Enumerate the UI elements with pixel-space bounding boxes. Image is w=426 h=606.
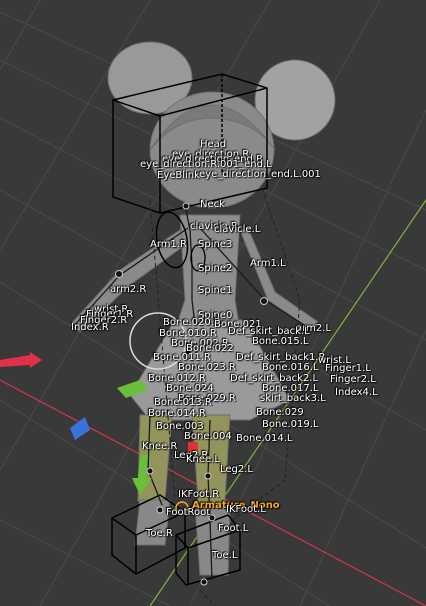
label-spine3: Spine3 <box>198 239 233 250</box>
label-neck: Neck <box>200 199 225 210</box>
label-knee-r: Knee.R <box>142 441 178 452</box>
label-bone-004: Bone.004 <box>184 431 232 442</box>
label-arm1-r: Arm1.R <box>150 239 188 250</box>
label-toe-l: Toe.L <box>212 550 238 561</box>
label-arm2-r: arm2.R <box>110 284 147 295</box>
label-bone-029: Bone.029 <box>256 407 304 418</box>
label-finger2-l: Finger2.L <box>330 374 376 385</box>
label-index4-l: Index4.L <box>335 387 378 398</box>
label-foot-l: Foot.L <box>218 523 249 534</box>
label-eye-direction-end-l-001: eye_direction_end.L.001 <box>199 169 321 180</box>
label-bone-023-r: Bone.023.R <box>178 362 236 373</box>
label-finger1-l: Finger1.L <box>325 363 371 374</box>
3d-viewport[interactable]: Head eye_direction.R eye_direction_end.R… <box>0 0 426 606</box>
label-clavicle-l: clavicle.L <box>214 224 261 235</box>
label-bone-015-l: Bone.015.L <box>252 336 309 347</box>
label-skirt-back3-l: skirt_back3.L <box>260 393 326 404</box>
label-arm1-l: Arm1.L <box>250 258 286 269</box>
red-arrow-icon[interactable] <box>0 352 42 368</box>
label-knee-l: Knee.L <box>186 454 220 465</box>
label-ikfoot-l: IKFoot.L <box>226 504 266 515</box>
arm-right-mesh <box>239 227 319 331</box>
label-spine1: Spine1 <box>198 285 233 296</box>
label-leg2-l: Leg2.L <box>220 464 254 475</box>
label-ikfoot-r: IKFoot.R <box>178 489 220 500</box>
label-eye-blink: EyeBlink <box>157 170 200 181</box>
label-bone-014-r: Bone.014.R <box>148 408 206 419</box>
label-bone-013-r: Bone.013.R <box>154 397 212 408</box>
label-bone-014-l: Bone.014.L <box>236 433 293 444</box>
label-spine2: Spine2 <box>198 263 233 274</box>
label-bone-019-l: Bone.019.L <box>262 419 319 430</box>
blue-plane-icon[interactable] <box>70 417 90 440</box>
label-index-r: Index.R <box>71 322 109 333</box>
label-bone-020-r: Bone.020.R <box>163 317 221 328</box>
label-bone-016-l: Bone.016.L <box>262 362 319 373</box>
viewport-scene[interactable] <box>0 0 426 606</box>
label-toe-r: Toe.R <box>146 528 173 539</box>
